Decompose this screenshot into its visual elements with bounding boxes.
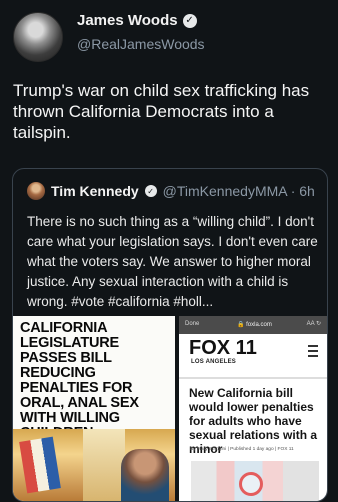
newspaper-clipping-image[interactable]: California Legislature Passes Bill Reduc… — [13, 316, 175, 501]
author-name-row[interactable]: James Woods ✓ — [77, 12, 197, 29]
quoted-author-avatar[interactable] — [27, 182, 45, 200]
article-map-image — [191, 461, 319, 501]
author-avatar[interactable] — [13, 12, 63, 62]
browser-controls[interactable]: AA ↻ — [307, 320, 321, 327]
person-shape — [121, 449, 169, 501]
quoted-media-collage[interactable]: California Legislature Passes Bill Reduc… — [13, 316, 327, 501]
quoted-tweet-header: Tim Kennedy ✓ @TimKennedyMMA · 6h — [27, 182, 315, 200]
newspaper-headline: California Legislature Passes Bill Reduc… — [20, 320, 139, 441]
fox-article-headline: New California bill would lower penaltie… — [189, 386, 318, 456]
verified-badge-icon: ✓ — [182, 13, 197, 28]
quoted-author-name[interactable]: Tim Kennedy — [51, 183, 139, 199]
menu-icon[interactable] — [308, 345, 318, 357]
quoted-author-handle[interactable]: @TimKennedyMMA · 6h — [163, 183, 315, 199]
quoted-tweet-card[interactable]: Tim Kennedy ✓ @TimKennedyMMA · 6h There … — [12, 168, 328, 502]
quoted-tweet-text: There is no such thing as a “willing chi… — [27, 214, 318, 309]
fox-logo: FOX 11 — [189, 337, 257, 359]
quoted-verified-badge-icon: ✓ — [144, 185, 157, 197]
browser-url[interactable]: 🔒 foxla.com — [237, 321, 272, 328]
news-photo — [13, 429, 175, 501]
tweet-header: James Woods ✓ @RealJamesWoods — [0, 0, 338, 70]
author-name[interactable]: James Woods — [77, 12, 178, 29]
browser-done-button[interactable]: Done — [185, 321, 199, 327]
author-handle[interactable]: @RealJamesWoods — [77, 36, 205, 52]
browser-toolbar: Done 🔒 foxla.com AA ↻ — [179, 316, 327, 334]
map-highlight-icon — [239, 472, 263, 496]
fox-city-label: LOS ANGELES — [191, 359, 236, 365]
fox-byline: By Mary Stringini | Published 1 day ago … — [190, 447, 294, 452]
header-divider — [179, 377, 327, 379]
building-shape — [83, 429, 125, 501]
fox-article-screenshot[interactable]: Done 🔒 foxla.com AA ↻ FOX 11 LOS ANGELES… — [179, 316, 327, 501]
flag-shape — [19, 436, 61, 494]
tweet-text: Trump's war on child sex trafficking has… — [13, 81, 310, 142]
